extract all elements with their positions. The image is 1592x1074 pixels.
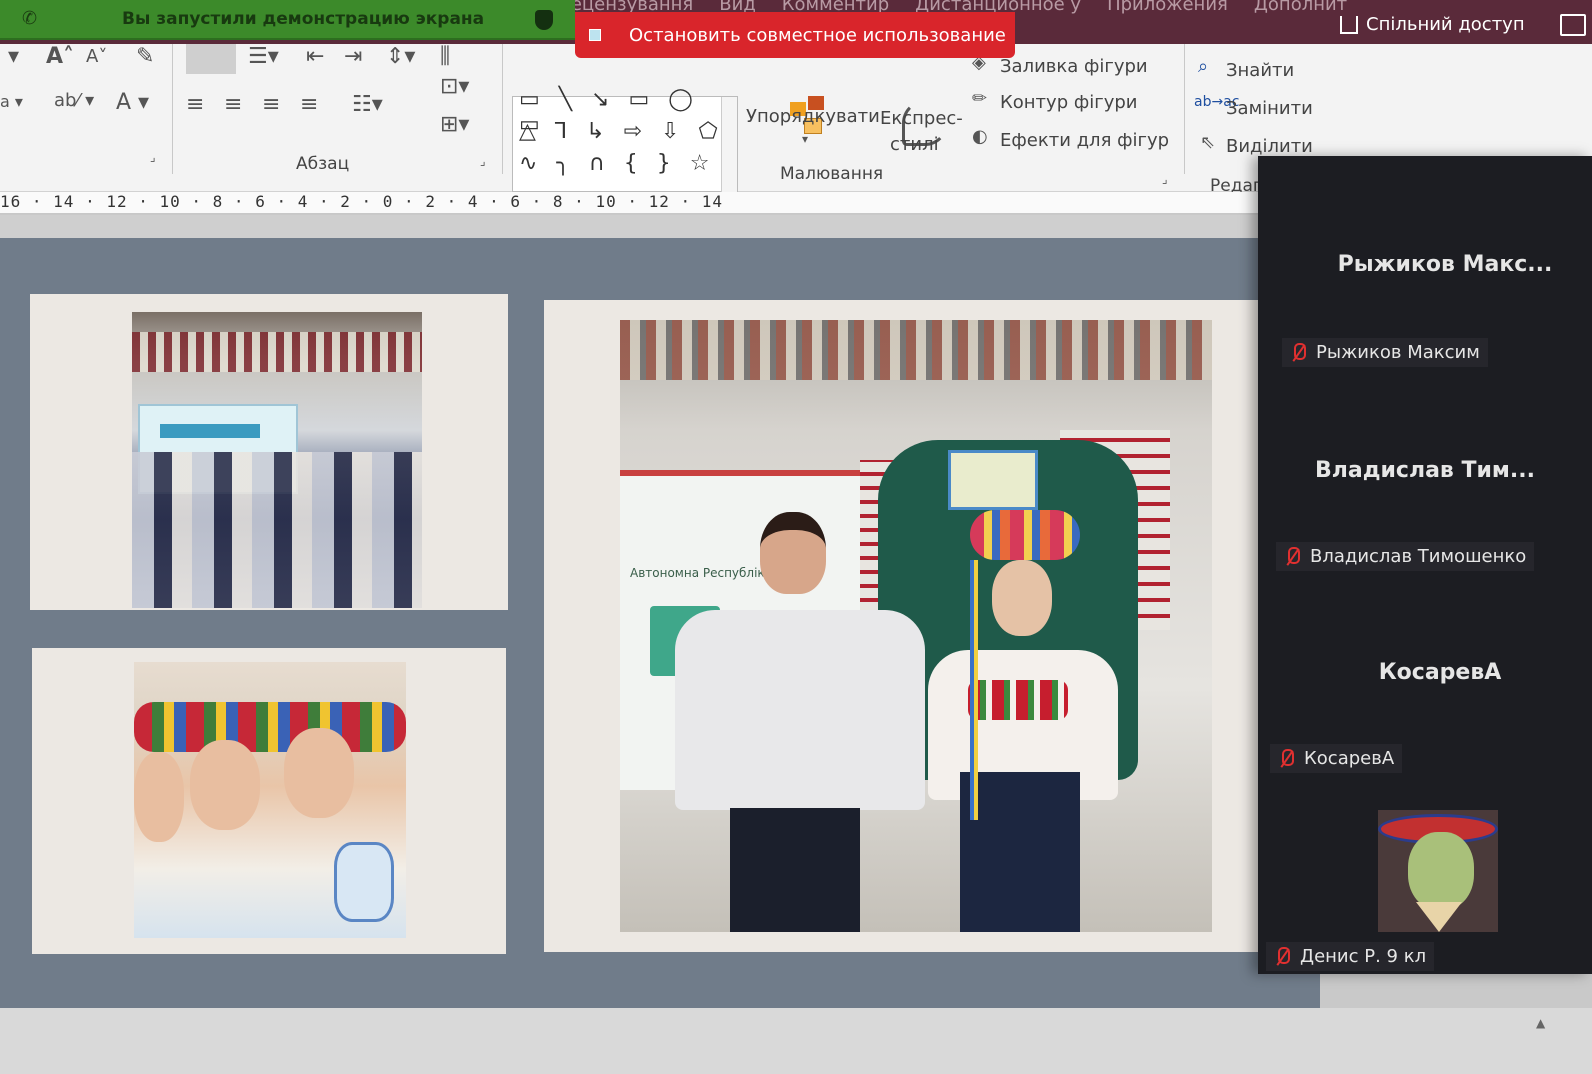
shape-fill-button[interactable]: Заливка фігури — [1000, 56, 1148, 77]
participant-label[interactable]: КосаревА — [1270, 744, 1403, 773]
photo-detail — [675, 610, 925, 810]
columns-dropdown-icon[interactable]: ☷▾ — [352, 92, 383, 117]
photo-detail — [730, 808, 860, 932]
mic-off-icon — [1284, 546, 1300, 567]
shape-outline-button[interactable]: Контур фігури — [1000, 92, 1137, 113]
separator — [172, 44, 173, 174]
participants-panel: Рыжиков Макс... Рыжиков Максим Владислав… — [1258, 156, 1592, 974]
separator — [502, 44, 503, 174]
align-left-icon[interactable]: ≡ — [186, 92, 204, 117]
horizontal-ruler[interactable]: 16 · 14 · 12 · 10 · 8 · 6 · 4 · 2 · 0 · … — [0, 192, 1280, 214]
participant-avatar — [1378, 810, 1498, 932]
participant-label[interactable]: Денис Р. 9 кл — [1266, 942, 1435, 971]
text-direction-icon[interactable]: ⊡▾ — [440, 74, 469, 99]
photo-detail — [134, 752, 184, 842]
participant-name-large: КосаревА — [1378, 660, 1502, 685]
participant-label[interactable]: Рыжиков Максим — [1282, 338, 1488, 367]
screen: Рецензування Вид Комментир Дистанционное… — [0, 0, 1592, 1074]
photo-detail — [190, 740, 260, 830]
increase-indent-icon[interactable]: ⇥ — [344, 44, 362, 69]
stop-sharing-button[interactable]: Остановить совместное использование — [575, 12, 1015, 58]
tab-apps[interactable]: Приложения — [1107, 0, 1228, 15]
phone-icon: ✆ — [22, 8, 38, 29]
photo-detail — [970, 510, 1080, 560]
bullets-icon[interactable] — [186, 44, 236, 74]
justify-icon[interactable]: ≡ — [300, 92, 318, 117]
photo-detail — [132, 452, 422, 608]
align-center-icon[interactable]: ≡ — [224, 92, 242, 117]
screen-share-banner: ✆ Вы запустили демонстрацию экрана — [0, 0, 575, 40]
select-button[interactable]: Виділити — [1226, 136, 1313, 157]
quick-styles-button-line2[interactable]: стилі — [890, 134, 939, 155]
dialog-launcher-icon[interactable]: ⌟ — [480, 154, 486, 168]
participant-name-large: Рыжиков Макс... — [1337, 252, 1553, 277]
font-color-dropdown[interactable]: a ▾ — [0, 92, 23, 111]
decrease-indent-icon[interactable]: ⇤ — [306, 44, 324, 69]
numbering-icon[interactable]: ☰▾ — [248, 44, 279, 69]
comment-icon[interactable] — [1560, 14, 1586, 36]
participant-name: Рыжиков Максим — [1316, 342, 1480, 363]
arrange-button[interactable]: Упорядкувати — [746, 106, 880, 127]
photo-detail — [132, 332, 422, 372]
photo-detail — [992, 560, 1052, 636]
wreath-girls-photo[interactable] — [134, 662, 406, 938]
quick-styles-button[interactable]: Експрес- — [880, 108, 963, 129]
photo-detail — [620, 320, 1212, 380]
shape-effects-button[interactable]: Ефекти для фігур — [1000, 130, 1169, 151]
mic-off-icon — [1274, 946, 1290, 967]
shapes-gallery[interactable]: ▭ ╲ ↘ ▭ ◯ ▭ △ ⅂ ↳ ⇨ ⇩ ⬠ ∿ ╮ ∩ { } ☆ — [512, 87, 738, 193]
students-photo[interactable]: Автономна Республіка Кр — [620, 320, 1212, 932]
separator — [1184, 44, 1185, 174]
photo-detail — [334, 842, 394, 922]
char-spacing-icon[interactable]: ab⁄ ▾ — [54, 90, 94, 111]
drawing-group-label: Малювання — [780, 164, 884, 184]
grow-font-icon[interactable]: A˄ — [46, 44, 74, 69]
ruler-labels: 16 · 14 · 12 · 10 · 8 · 6 · 4 · 2 · 0 · … — [0, 192, 724, 211]
photo-detail — [960, 772, 1080, 932]
replace-button[interactable]: Замінити — [1226, 98, 1313, 119]
paragraph-group-label: Абзац — [296, 154, 350, 174]
status-bar — [0, 1008, 1592, 1074]
share-label: Спільний доступ — [1366, 14, 1525, 35]
participant-label[interactable]: Владислав Тимошенко — [1276, 542, 1535, 571]
search-icon: ⌕ — [1198, 56, 1209, 77]
font-size-dropdown[interactable]: ▾ — [8, 44, 19, 69]
share-button[interactable]: Спільний доступ — [1340, 14, 1525, 35]
stop-icon — [589, 29, 601, 41]
share-banner-text: Вы запустили демонстрацию экрана — [122, 9, 485, 29]
photo-detail — [134, 702, 406, 752]
shrink-font-icon[interactable]: A˅ — [86, 46, 107, 67]
mic-off-icon — [1290, 342, 1306, 363]
effects-icon: ◐ — [972, 126, 988, 147]
clear-format-icon[interactable]: ✎ — [136, 44, 154, 69]
photo-detail — [970, 560, 978, 820]
line-spacing-icon[interactable]: ⇕▾ — [386, 44, 415, 69]
tab-more[interactable]: Дополнит — [1254, 0, 1347, 15]
find-button[interactable]: Знайти — [1226, 60, 1294, 81]
participant-name-large: Владислав Тим... — [1315, 458, 1535, 483]
dialog-launcher-icon[interactable]: ⌟ — [150, 150, 156, 164]
shield-icon — [535, 10, 553, 30]
stop-sharing-label: Остановить совместное использование — [629, 24, 1006, 46]
align-text-icon[interactable]: ⊞▾ — [440, 112, 469, 137]
shape-row: △ ⅂ ↳ ⇨ ⇩ ⬠ — [519, 119, 724, 144]
chevron-down-icon: ▾ — [802, 132, 809, 146]
group-photo[interactable] — [132, 312, 422, 608]
align-right-icon[interactable]: ≡ — [262, 92, 280, 117]
share-icon — [1340, 15, 1358, 34]
participant-name: КосаревА — [1304, 748, 1395, 769]
participant-name: Денис Р. 9 кл — [1300, 946, 1427, 967]
font-color-icon[interactable]: A ▾ — [116, 90, 149, 115]
columns-icon[interactable]: ⫼ — [440, 44, 450, 69]
photo-detail — [284, 728, 354, 818]
scroll-up-icon[interactable]: ▲ — [1536, 1016, 1545, 1030]
participant-name: Владислав Тимошенко — [1310, 546, 1527, 567]
shape-row: ∿ ╮ ∩ { } ☆ — [519, 151, 716, 176]
dialog-launcher-icon[interactable]: ⌟ — [1162, 172, 1168, 186]
cursor-icon: ⇖ — [1200, 132, 1216, 153]
gallery-scrollbar[interactable] — [721, 97, 737, 193]
mic-off-icon — [1278, 748, 1294, 769]
photo-detail — [760, 512, 826, 594]
outline-icon: ✏ — [972, 88, 988, 109]
